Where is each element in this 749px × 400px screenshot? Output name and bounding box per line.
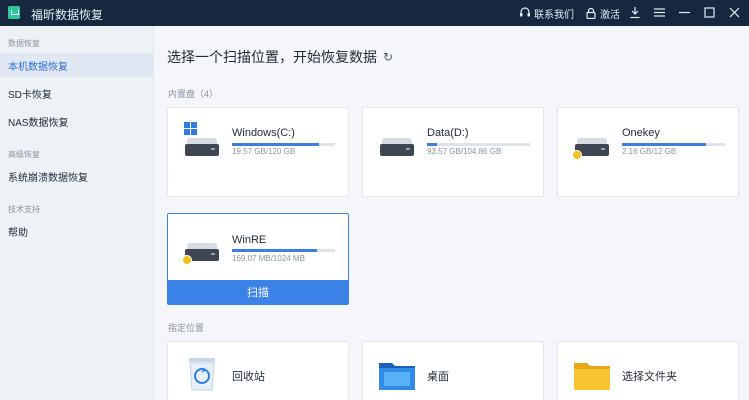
internal-disks-label: 内置盘（4）	[168, 89, 219, 99]
app-title: 福昕数据恢复	[31, 8, 104, 22]
title-bar: 福昕数据恢复 联系我们 激活	[0, 0, 749, 26]
page-title-text: 选择一个扫描位置，开始恢复数据	[167, 49, 377, 65]
sidebar-item-label: 帮助	[8, 227, 28, 239]
disk-usage-fill	[232, 249, 318, 252]
maximize-icon[interactable]	[704, 7, 715, 18]
desktop-folder-icon	[379, 363, 415, 390]
lock-icon	[586, 7, 596, 19]
download-icon[interactable]	[629, 6, 641, 19]
disk-usage-bar	[232, 143, 335, 146]
sidebar: 数据恢复 本机数据恢复 SD卡恢复 NAS数据恢复 高级恢复 系统崩溃数据恢复 …	[0, 26, 154, 400]
disk-name: Data(D:)	[427, 127, 469, 139]
location-name: 选择文件夹	[622, 371, 677, 383]
contact-us-label: 联系我们	[534, 9, 574, 21]
location-name: 回收站	[232, 371, 265, 383]
close-icon[interactable]	[729, 7, 740, 18]
scan-button[interactable]: 扫描	[167, 280, 349, 304]
sidebar-item-nas-recovery[interactable]: NAS数据恢复	[0, 109, 154, 133]
locations-label: 指定位置	[168, 323, 205, 333]
contact-us-button[interactable]: 联系我们	[519, 4, 574, 22]
disk-size: 19.57 GB/120 GB	[232, 147, 296, 156]
sidebar-item-label: 本机数据恢复	[8, 61, 68, 73]
sidebar-section-advanced: 高级恢复	[8, 150, 40, 159]
disk-size: 2.16 GB/12 GB	[622, 147, 677, 156]
page-title: 选择一个扫描位置，开始恢复数据 ↻	[167, 47, 393, 67]
recycle-bin-icon	[189, 358, 215, 391]
drive-badge-icon	[572, 138, 609, 160]
sidebar-item-crash-recovery[interactable]: 系统崩溃数据恢复	[0, 164, 154, 188]
disk-usage-fill	[622, 143, 707, 146]
disk-name: Onekey	[622, 127, 660, 139]
drive-icon	[380, 138, 414, 158]
folder-icon	[574, 363, 610, 390]
drive-badge-icon	[182, 243, 219, 265]
app-logo-icon	[8, 6, 20, 19]
menu-icon[interactable]	[654, 7, 665, 18]
minimize-icon[interactable]	[679, 7, 690, 18]
system-drive-icon	[185, 138, 219, 158]
sidebar-item-local-recovery[interactable]: 本机数据恢复	[0, 53, 154, 77]
activate-button[interactable]: 激活	[585, 4, 620, 22]
disk-usage-bar	[622, 143, 725, 146]
disk-size: 169.07 MB/1024 MB	[232, 254, 305, 263]
disk-name: Windows(C:)	[232, 127, 295, 139]
sidebar-section-recovery: 数据恢复	[8, 39, 40, 48]
sidebar-item-label: NAS数据恢复	[8, 117, 69, 129]
location-name: 桌面	[427, 371, 449, 383]
activate-label: 激活	[600, 9, 620, 21]
headset-icon	[520, 7, 530, 17]
sidebar-item-label: SD卡恢复	[8, 89, 52, 101]
disk-usage-bar	[427, 143, 530, 146]
disk-size: 93.57 GB/104.86 GB	[427, 147, 502, 156]
refresh-icon[interactable]: ↻	[383, 50, 393, 64]
sidebar-item-label: 系统崩溃数据恢复	[8, 172, 88, 184]
sidebar-section-support: 技术支持	[8, 205, 40, 214]
disk-usage-bar	[232, 249, 335, 252]
disk-name: WinRE	[232, 234, 267, 246]
sidebar-item-help[interactable]: 帮助	[0, 219, 154, 243]
disk-usage-fill	[232, 143, 319, 146]
sidebar-item-sd-recovery[interactable]: SD卡恢复	[0, 81, 154, 105]
disk-usage-fill	[427, 143, 438, 146]
windows-logo-icon	[184, 122, 197, 135]
